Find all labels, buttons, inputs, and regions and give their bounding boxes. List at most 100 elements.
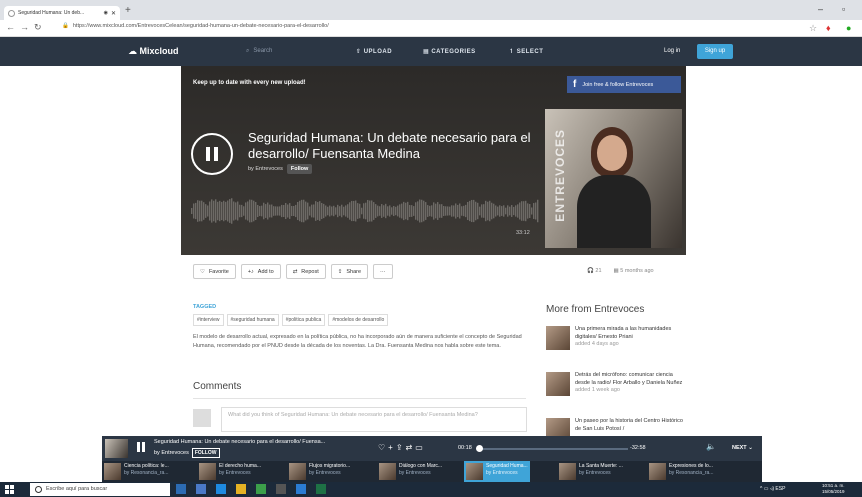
queue-item[interactable]: Diálogo con Marc... by Entrevoces (377, 461, 444, 482)
upload-icon: ⇧ (356, 49, 362, 55)
cover-brand-text: ENTREVOCES (553, 129, 567, 222)
pause-button[interactable] (191, 133, 233, 175)
task-view-icon[interactable] (176, 484, 186, 494)
calendar-icon: ▦ (613, 268, 619, 274)
browser-tab[interactable]: Seguridad Humana: Un deb... ◉ ✕ (4, 6, 120, 20)
remaining-time: -32:58 (630, 445, 646, 451)
share-icon[interactable]: ⇪ (396, 443, 406, 452)
thumbnail (199, 463, 216, 480)
app-icon[interactable] (196, 484, 206, 494)
more-button[interactable]: ··· (373, 264, 393, 279)
next-button[interactable]: NEXT ⌄ (732, 445, 753, 451)
list-item[interactable]: Detrás del micrófono: comunicar ciencia … (546, 372, 686, 396)
up-next-queue: Ciencia política: le... by Resonancia_ra.… (102, 461, 762, 482)
thumbnail (649, 463, 666, 480)
reload-icon[interactable]: ↻ (34, 22, 42, 33)
url-field[interactable]: 🔒 https://www.mixcloud.com/EntrevocesCele… (62, 23, 329, 29)
taskbar-clock[interactable]: 10:51 a. m. 15/05/2019 (822, 483, 845, 495)
profile-icon[interactable]: ● (846, 23, 851, 33)
comment-input[interactable]: What did you think of Seguridad Humana: … (221, 407, 527, 432)
facebook-icon: f (573, 79, 577, 90)
player-bar: Seguridad Humana: Un debate necesario pa… (102, 436, 762, 461)
minimize-icon[interactable]: – (818, 4, 823, 14)
edge-icon[interactable] (216, 484, 226, 494)
queue-item[interactable]: Flujos migratorio... by Entrevoces (287, 461, 352, 482)
heart-icon[interactable]: ♡ (378, 443, 388, 452)
player-owner: by Entrevoces FOLLOW (154, 448, 220, 458)
duration-label: 33:12 (516, 230, 530, 236)
cloudcast-title: Seguridad Humana: Un debate necesario pa… (248, 130, 531, 161)
maximize-icon[interactable]: ▫ (842, 4, 845, 14)
cloudcast-owner: by Entrevoces Follow (248, 164, 313, 174)
login-link[interactable]: Log in (664, 48, 680, 54)
taskbar-search-input[interactable]: Escribe aquí para buscar (30, 483, 170, 496)
share-button[interactable]: ⇪ Share (330, 264, 369, 279)
tag-list: #interview #seguridad humana #politica p… (193, 314, 389, 326)
player-title[interactable]: Seguridad Humana: Un debate necesario pa… (154, 439, 364, 445)
thumbnail (289, 463, 306, 480)
cloudcast-hero: Keep up to date with every new upload! f… (181, 66, 686, 255)
queue-item[interactable]: Ciencia política: le... by Resonancia_ra.… (102, 461, 171, 482)
cloudcast-description: El modelo de desarrollo actual, expresad… (193, 334, 522, 349)
address-bar: ← → ↻ 🔒 https://www.mixcloud.com/Entrevoc… (0, 20, 862, 37)
waveform[interactable] (191, 186, 539, 236)
add-icon[interactable]: + (388, 443, 396, 452)
owner-link[interactable]: by Entrevoces (248, 166, 283, 172)
mixcloud-logo[interactable]: ☁ Mixcloud (128, 46, 179, 57)
app-icon[interactable] (276, 484, 286, 494)
bookmark-star-icon[interactable]: ☆ (809, 23, 817, 34)
divider (193, 398, 526, 399)
progress-handle[interactable] (476, 445, 484, 452)
system-tray: ^ ▭ ◃) ESP (760, 486, 786, 492)
progress-slider[interactable] (476, 445, 628, 452)
avatar (193, 409, 211, 427)
cloudcast-stats: 🎧 21 ▦ 5 months ago (587, 268, 654, 274)
back-icon[interactable]: ← (6, 22, 15, 32)
thumbnail (546, 326, 570, 350)
extension-icon[interactable]: ♦ (826, 23, 831, 33)
volume-icon[interactable]: 🔈 (706, 442, 716, 451)
action-bar: ♡ Favorite +♪ Add to ⇄ Repost ⇪ Share ··· (193, 264, 393, 279)
thumbnail (379, 463, 396, 480)
facebook-follow-button[interactable]: f Join free & follow Entrevoces (567, 76, 681, 93)
pause-icon (206, 147, 218, 161)
add-icon: +♪ (247, 268, 254, 275)
new-tab-icon[interactable]: + (125, 5, 131, 16)
search-input[interactable]: ⌕ Search (246, 48, 272, 55)
player-pause-button[interactable] (137, 442, 145, 452)
tag-chip[interactable]: #interview (193, 314, 224, 326)
excel-icon[interactable] (316, 484, 326, 494)
queue-item[interactable]: Expresiones de lo... by Resonancia_ra... (647, 461, 715, 482)
repost-button[interactable]: ⇄ Repost (285, 264, 326, 279)
windows-start-icon[interactable] (5, 485, 14, 494)
word-icon[interactable] (296, 484, 306, 494)
folder-icon[interactable] (236, 484, 246, 494)
nav-categories[interactable]: ▦ CATEGORIES (423, 48, 476, 55)
chevron-down-icon: ⌄ (748, 445, 753, 451)
queue-item[interactable]: Seguridad Huma... by Entrevoces (464, 461, 530, 482)
current-time: 00:18 (458, 445, 472, 451)
nav-upload[interactable]: ⇧ UPLOAD (356, 48, 392, 55)
player-follow-button[interactable]: FOLLOW (191, 448, 220, 458)
comment-icon[interactable]: ▭ (415, 443, 426, 452)
close-icon[interactable]: ✕ (111, 10, 116, 17)
signup-button[interactable]: Sign up (697, 44, 733, 59)
tag-chip[interactable]: #seguridad humana (226, 314, 279, 326)
list-item[interactable]: Una primera mirada a las humanidades dig… (546, 326, 686, 350)
queue-item[interactable]: El derecho huma... by Entrevoces (197, 461, 263, 482)
queue-item[interactable]: La Santa Muerte: ... by Entrevoces (557, 461, 625, 482)
follow-button[interactable]: Follow (286, 164, 313, 174)
favorite-button[interactable]: ♡ Favorite (193, 264, 236, 279)
chrome-icon[interactable] (256, 484, 266, 494)
lock-icon: 🔒 (62, 23, 69, 29)
repost-icon[interactable]: ⇄ (406, 443, 416, 452)
tag-chip[interactable]: #politica publica (281, 314, 326, 326)
player-thumbnail[interactable] (105, 439, 128, 458)
promo-text: Keep up to date with every new upload! (193, 80, 306, 86)
speaker-icon[interactable]: ◉ (104, 10, 108, 16)
tag-chip[interactable]: #modelos de desarrollo (328, 314, 389, 326)
forward-icon[interactable]: → (20, 22, 29, 32)
nav-select[interactable]: ↿ SELECT (509, 48, 543, 55)
more-from-heading: More from Entrevoces (546, 304, 645, 315)
add-to-button[interactable]: +♪ Add to (240, 264, 281, 279)
